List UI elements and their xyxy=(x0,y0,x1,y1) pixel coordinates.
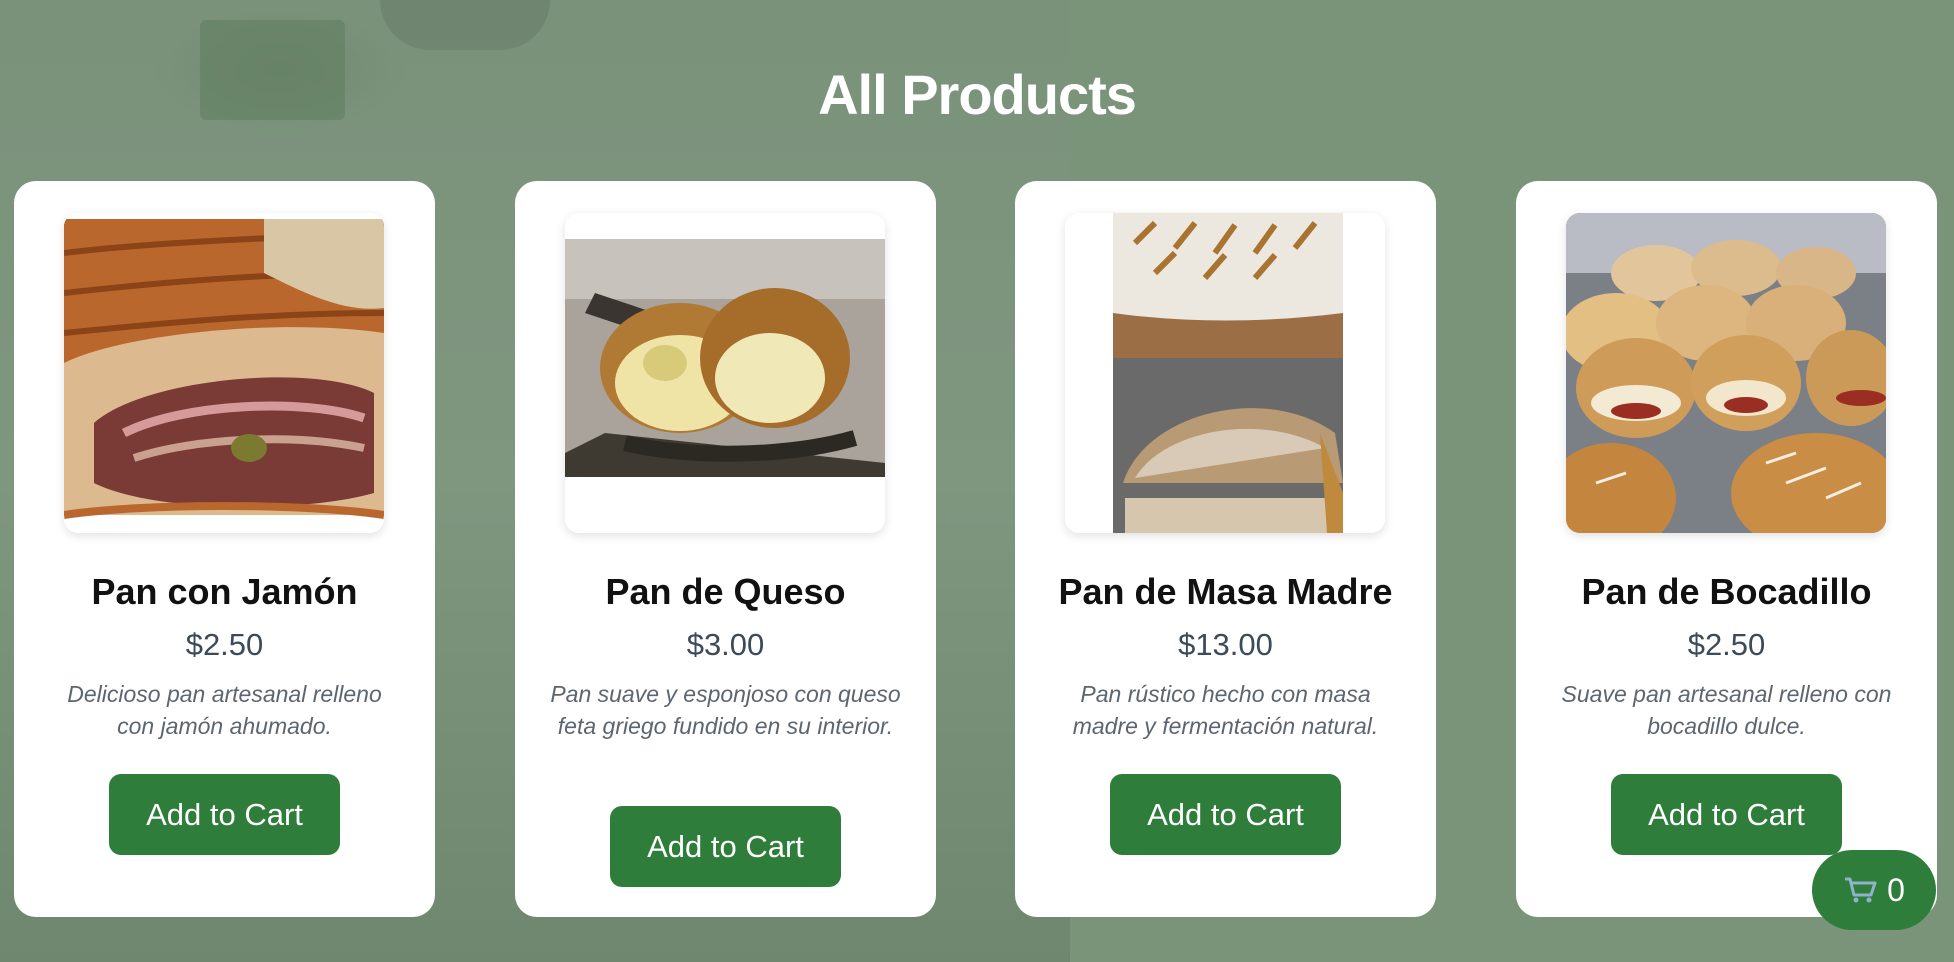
product-name: Pan con Jamón xyxy=(91,571,358,612)
product-name: Pan de Masa Madre xyxy=(1058,571,1393,612)
pan-de-bocadillo-photo xyxy=(1566,213,1886,533)
product-image xyxy=(64,213,384,533)
product-name: Pan de Queso xyxy=(605,571,846,612)
add-to-cart-button[interactable]: Add to Cart xyxy=(1110,774,1341,855)
product-description: Pan rústico hecho con masa madre y ferme… xyxy=(1072,681,1379,739)
product-card: Pan con Jamón $2.50 Delicioso pan artesa… xyxy=(14,181,435,917)
product-price: $2.50 xyxy=(1687,627,1766,662)
cart-icon xyxy=(1845,877,1877,903)
cart-count: 0 xyxy=(1887,871,1905,908)
pan-de-queso-photo xyxy=(565,213,885,533)
product-description: Suave pan artesanal relleno con bocadill… xyxy=(1561,681,1892,739)
product-card: Pan de Masa Madre $13.00 Pan rústico hec… xyxy=(1015,181,1436,917)
product-price: $2.50 xyxy=(185,627,264,662)
pan-de-masa-madre-photo xyxy=(1065,213,1385,533)
product-description: Pan suave y esponjoso con queso feta gri… xyxy=(550,681,901,739)
cart-button[interactable]: 0 xyxy=(1812,850,1936,930)
product-image xyxy=(1065,213,1385,533)
product-name: Pan de Bocadillo xyxy=(1581,571,1872,612)
background-blur-shape xyxy=(380,0,550,50)
add-to-cart-button[interactable]: Add to Cart xyxy=(109,774,340,855)
add-to-cart-button[interactable]: Add to Cart xyxy=(610,806,841,887)
add-to-cart-button[interactable]: Add to Cart xyxy=(1611,774,1842,855)
product-card: Pan de Queso $3.00 Pan suave y esponjoso… xyxy=(515,181,936,917)
product-card: Pan de Bocadillo $2.50 Suave pan artesan… xyxy=(1516,181,1937,917)
product-price: $3.00 xyxy=(686,627,765,662)
page-title: All Products xyxy=(818,63,1137,126)
product-price: $13.00 xyxy=(1178,627,1273,662)
pan-con-jamon-photo xyxy=(64,219,384,519)
product-description: Delicioso pan artesanal relleno con jamó… xyxy=(67,681,382,739)
product-image xyxy=(565,213,885,533)
product-image xyxy=(1566,213,1886,533)
